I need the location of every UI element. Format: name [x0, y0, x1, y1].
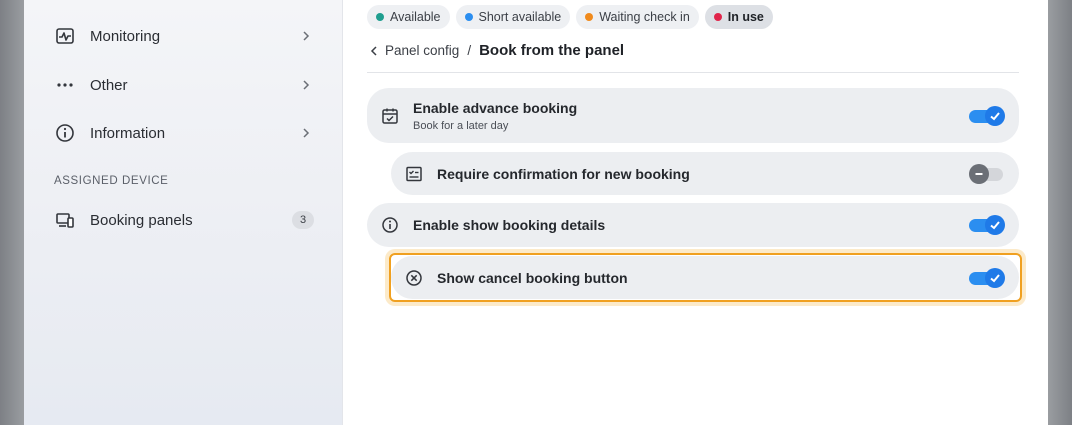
- breadcrumb-back-link[interactable]: Panel config: [369, 43, 459, 58]
- setting-row-booking-details: Enable show booking details: [367, 203, 1019, 247]
- sidebar-item-other[interactable]: Other: [54, 69, 314, 101]
- setting-title: Enable advance booking: [413, 99, 578, 116]
- sidebar-item-label: Information: [90, 124, 166, 142]
- sidebar-item-information[interactable]: Information: [54, 117, 314, 149]
- sidebar-item-booking-panels[interactable]: Booking panels 3: [54, 204, 314, 236]
- setting-subtitle: Book for a later day: [413, 119, 509, 132]
- toggle-booking-details[interactable]: [969, 214, 1005, 236]
- sidebar-item-label: Booking panels: [90, 211, 193, 229]
- legend-chip-short-available[interactable]: Short available: [455, 5, 571, 29]
- legend-label: Short available: [478, 10, 562, 24]
- status-dot: [464, 13, 473, 21]
- monitoring-icon: [54, 25, 76, 47]
- info-icon: [381, 216, 399, 234]
- sidebar-item-label: Monitoring: [90, 27, 161, 45]
- chevron-right-icon: [303, 80, 310, 90]
- devices-icon: [54, 209, 76, 231]
- check-icon: [985, 215, 1005, 235]
- backdrop-left: [0, 0, 24, 425]
- section-title: ASSIGNED DEVICE: [54, 175, 169, 187]
- chevron-left-icon: [370, 45, 377, 56]
- legend-chip-available[interactable]: Available: [367, 5, 450, 29]
- legend-chip-in-use[interactable]: In use: [704, 5, 773, 29]
- calendar-check-icon: [381, 107, 399, 125]
- status-dot: [713, 13, 722, 21]
- check-icon: [985, 267, 1005, 288]
- toggle-advance-booking[interactable]: [969, 105, 1005, 127]
- chevron-right-icon: [303, 128, 310, 138]
- toggle-cancel-booking[interactable]: [969, 267, 1005, 289]
- setting-row-cancel-booking: Show cancel booking button: [391, 256, 1019, 299]
- legend-label: In use: [727, 10, 764, 24]
- minus-icon: [969, 163, 989, 184]
- main-content: Available Short available Waiting check …: [343, 0, 1048, 425]
- backdrop-right: [1048, 0, 1072, 425]
- sidebar-item-monitoring[interactable]: Monitoring: [54, 20, 314, 52]
- sidebar-item-label: Other: [90, 76, 128, 94]
- legend-label: Waiting check in: [599, 10, 690, 24]
- page-title: Book from the panel: [479, 42, 625, 59]
- divider: [367, 72, 1019, 73]
- info-icon: [54, 122, 76, 144]
- breadcrumb-separator: /: [467, 43, 472, 58]
- legend-chip-waiting-check-in[interactable]: Waiting check in: [576, 5, 699, 29]
- legend-label: Available: [390, 10, 441, 24]
- status-dot: [585, 13, 594, 21]
- more-dots-icon: [54, 74, 76, 96]
- cancel-circle-icon: [405, 269, 423, 287]
- status-dot: [376, 13, 384, 21]
- breadcrumb: Panel config / Book from the panel: [369, 42, 624, 59]
- app-window: Monitoring Other Information ASSIGNED DE…: [24, 0, 1048, 425]
- setting-row-require-confirmation: Require confirmation for new booking: [391, 152, 1019, 195]
- chevron-right-icon: [303, 31, 310, 41]
- check-icon: [985, 105, 1005, 126]
- setting-title: Require confirmation for new booking: [437, 165, 690, 182]
- checklist-icon: [405, 165, 423, 183]
- breadcrumb-back-label: Panel config: [385, 43, 460, 58]
- setting-title: Show cancel booking button: [437, 269, 628, 286]
- setting-row-advance-booking: Enable advance booking Book for a later …: [367, 88, 1019, 143]
- toggle-require-confirmation[interactable]: [969, 163, 1005, 185]
- count-badge: 3: [292, 211, 314, 229]
- sidebar: Monitoring Other Information ASSIGNED DE…: [24, 0, 343, 425]
- setting-title: Enable show booking details: [413, 217, 606, 233]
- status-legend: Available Short available Waiting check …: [367, 5, 773, 29]
